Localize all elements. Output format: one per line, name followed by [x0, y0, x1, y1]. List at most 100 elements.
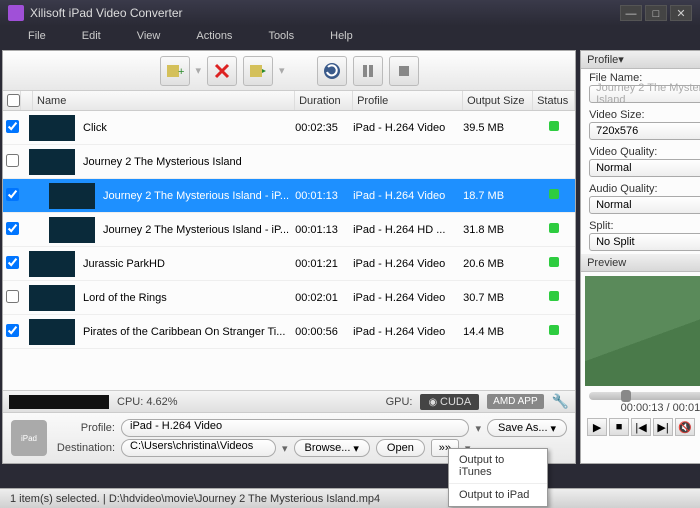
cpu-graph [9, 395, 109, 409]
next-button[interactable]: ▶| [653, 418, 673, 436]
menu-bar: File Edit View Actions Tools Help [0, 26, 700, 48]
destination-input[interactable]: C:\Users\christina\Videos [121, 439, 276, 457]
destination-label: Destination: [53, 442, 115, 454]
file-list: Click00:02:35iPad - H.264 Video39.5 MBJo… [3, 111, 575, 390]
video-quality-label: Video Quality: [589, 146, 700, 158]
row-output-size: 14.4 MB [463, 326, 533, 338]
row-name: Journey 2 The Mysterious Island - iP... [103, 190, 295, 202]
add-folder-button[interactable] [243, 56, 273, 86]
refresh-button[interactable] [317, 56, 347, 86]
profile-label: Profile: [53, 422, 115, 434]
close-button[interactable]: ✕ [670, 5, 692, 21]
row-profile: iPad - H.264 HD ... [353, 224, 463, 236]
window-title: Xilisoft iPad Video Converter [30, 6, 617, 20]
stop-button[interactable] [389, 56, 419, 86]
video-size-select[interactable]: 720x576▼ [589, 122, 700, 140]
row-status [533, 291, 575, 304]
row-checkbox[interactable] [6, 222, 19, 235]
table-row[interactable]: Journey 2 The Mysterious Island [3, 145, 575, 179]
profile-panel-header[interactable]: Profile▾▶ [581, 51, 700, 69]
main-toolbar: + ▾ ▾ [3, 51, 575, 91]
col-status[interactable]: Status [533, 91, 575, 110]
gpu-label: GPU: [386, 396, 413, 408]
stop-preview-button[interactable]: ■ [609, 418, 629, 436]
cpu-bar: CPU: 4.62% GPU: ◉ CUDA AMD APP 🔧 [3, 390, 575, 412]
minimize-button[interactable]: — [620, 5, 642, 21]
preview-viewport [585, 276, 700, 386]
amd-button[interactable]: AMD APP [487, 394, 543, 409]
row-name: Journey 2 The Mysterious Island [83, 156, 295, 168]
row-name: Lord of the Rings [83, 292, 295, 304]
menu-help[interactable]: Help [312, 26, 371, 48]
table-row[interactable]: Jurassic ParkHD00:01:21iPad - H.264 Vide… [3, 247, 575, 281]
row-duration: 00:02:01 [295, 292, 353, 304]
menu-edit[interactable]: Edit [64, 26, 119, 48]
row-status [533, 121, 575, 134]
ipad-icon: iPad [11, 420, 47, 456]
row-output-size: 18.7 MB [463, 190, 533, 202]
open-button[interactable]: Open [376, 439, 425, 457]
row-profile: iPad - H.264 Video [353, 190, 463, 202]
row-status [533, 189, 575, 202]
video-quality-select[interactable]: Normal▼ [589, 159, 700, 177]
menu-view[interactable]: View [119, 26, 179, 48]
col-output-size[interactable]: Output Size [463, 91, 533, 110]
cuda-button[interactable]: ◉ CUDA [420, 394, 479, 410]
pause-button[interactable] [353, 56, 383, 86]
preview-seek-bar[interactable] [589, 392, 700, 400]
profile-select[interactable]: iPad - H.264 Video [121, 419, 469, 437]
svg-text:+: + [178, 66, 184, 78]
row-profile: iPad - H.264 Video [353, 292, 463, 304]
row-checkbox[interactable] [6, 290, 19, 303]
col-duration[interactable]: Duration [295, 91, 353, 110]
row-output-size: 39.5 MB [463, 122, 533, 134]
thumbnail [29, 251, 75, 277]
prev-button[interactable]: |◀ [631, 418, 651, 436]
row-status [533, 257, 575, 270]
table-row[interactable]: Journey 2 The Mysterious Island - iP...0… [3, 213, 575, 247]
audio-quality-select[interactable]: Normal▼ [589, 196, 700, 214]
row-checkbox[interactable] [6, 120, 19, 133]
maximize-button[interactable]: □ [645, 5, 667, 21]
file-name-value[interactable]: Journey 2 The Mysterious Island [589, 85, 700, 103]
row-checkbox[interactable] [6, 256, 19, 269]
row-name: Jurassic ParkHD [83, 258, 295, 270]
mute-button[interactable]: 🔇 [675, 418, 695, 436]
row-checkbox[interactable] [6, 188, 19, 201]
split-select[interactable]: No Split▼ [589, 233, 700, 251]
row-name: Journey 2 The Mysterious Island - iP... [103, 224, 295, 236]
row-profile: iPad - H.264 Video [353, 258, 463, 270]
thumbnail [29, 285, 75, 311]
col-profile[interactable]: Profile [353, 91, 463, 110]
select-all-checkbox[interactable] [7, 94, 20, 107]
browse-button[interactable]: Browse...▾ [294, 439, 370, 457]
output-to-itunes[interactable]: Output to iTunes [449, 449, 547, 484]
thumbnail [29, 319, 75, 345]
menu-tools[interactable]: Tools [250, 26, 312, 48]
wrench-icon[interactable]: 🔧 [552, 393, 569, 410]
cpu-label: CPU: 4.62% [117, 396, 178, 408]
app-logo [8, 5, 24, 21]
play-button[interactable]: ▶ [587, 418, 607, 436]
video-size-label: Video Size: [589, 109, 700, 121]
save-as-button[interactable]: Save As...▾ [487, 419, 567, 437]
output-to-ipad[interactable]: Output to iPad [449, 484, 547, 506]
row-duration: 00:01:13 [295, 190, 353, 202]
menu-actions[interactable]: Actions [178, 26, 250, 48]
table-row[interactable]: Lord of the Rings00:02:01iPad - H.264 Vi… [3, 281, 575, 315]
split-label: Split: [589, 220, 700, 232]
add-file-button[interactable]: + [160, 56, 190, 86]
table-row[interactable]: Pirates of the Caribbean On Stranger Ti.… [3, 315, 575, 349]
row-profile: iPad - H.264 Video [353, 122, 463, 134]
col-name[interactable]: Name [33, 91, 295, 110]
row-checkbox[interactable] [6, 324, 19, 337]
row-name: Pirates of the Caribbean On Stranger Ti.… [83, 326, 295, 338]
row-checkbox[interactable] [6, 154, 19, 167]
remove-button[interactable] [207, 56, 237, 86]
preview-panel-header[interactable]: Preview▶ [581, 254, 700, 272]
menu-file[interactable]: File [10, 26, 64, 48]
row-duration: 00:02:35 [295, 122, 353, 134]
row-name: Click [83, 122, 295, 134]
table-row[interactable]: Click00:02:35iPad - H.264 Video39.5 MB [3, 111, 575, 145]
table-row[interactable]: Journey 2 The Mysterious Island - iP...0… [3, 179, 575, 213]
